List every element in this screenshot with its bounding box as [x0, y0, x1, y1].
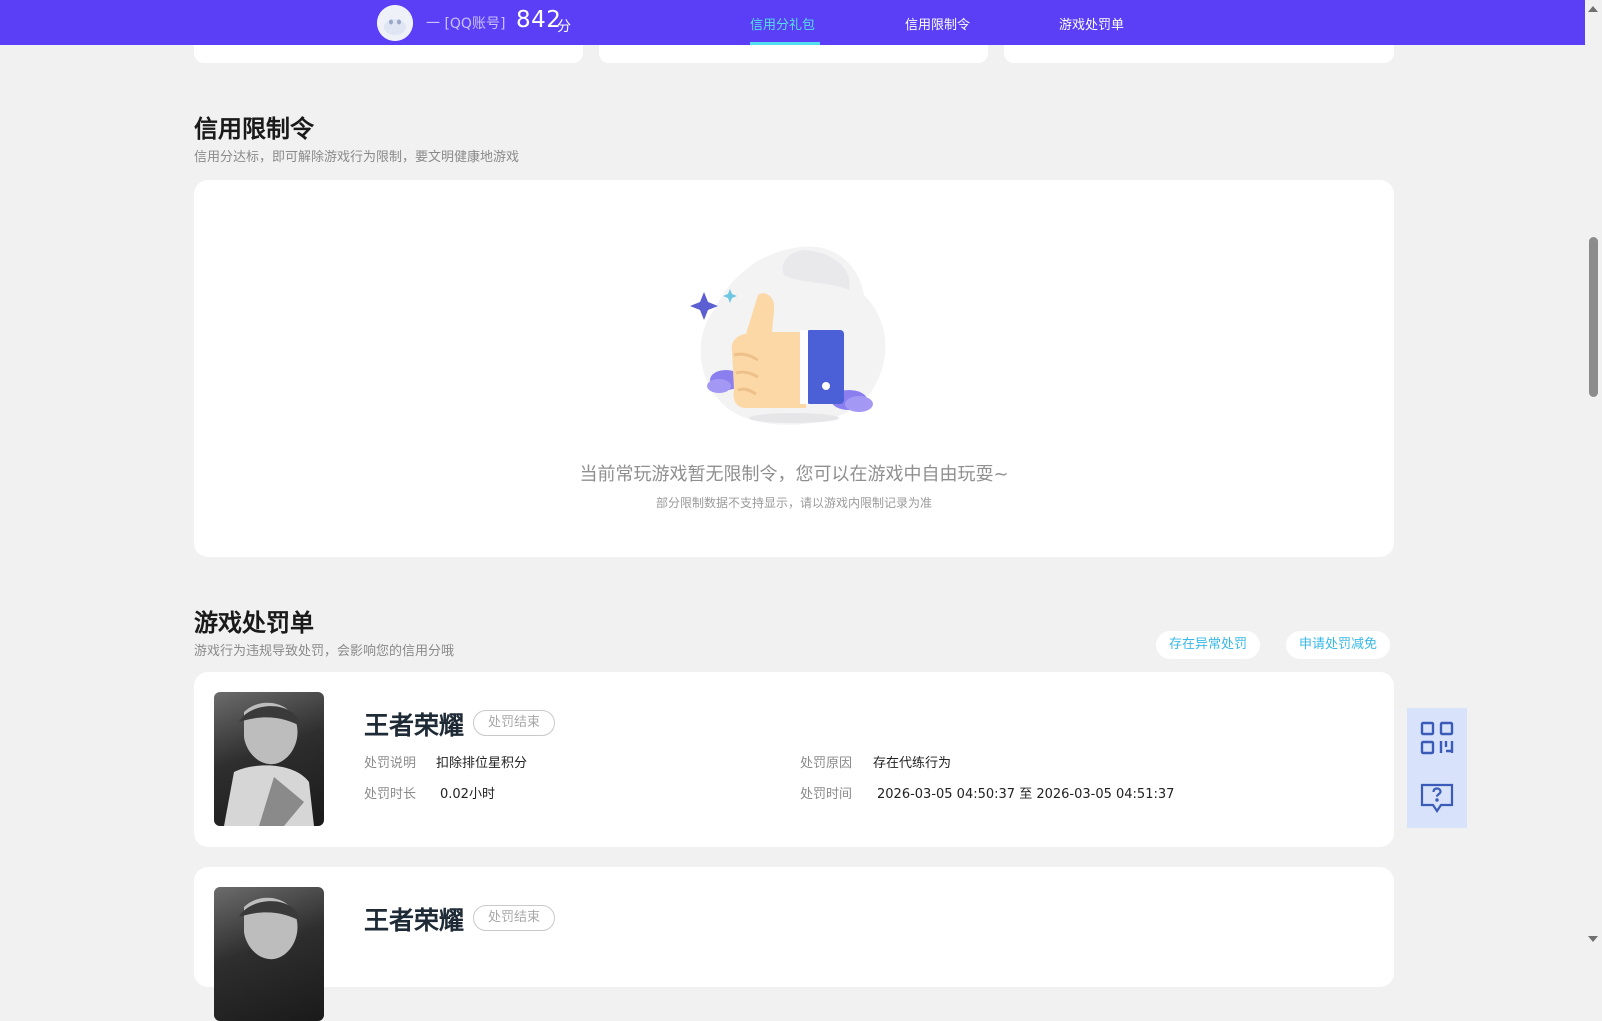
- game-thumbnail: [214, 692, 324, 826]
- penalty-card[interactable]: 王者荣耀 处罚结束: [194, 867, 1394, 1021]
- penalty-section-title: 游戏处罚单: [194, 609, 314, 637]
- status-badge: 处罚结束: [473, 905, 556, 931]
- empty-state-message: 当前常玩游戏暂无限制令，您可以在游戏中自由玩耍~: [579, 464, 1009, 485]
- avatar[interactable]: [377, 5, 413, 41]
- help-button[interactable]: [1407, 768, 1467, 828]
- restriction-section-subtitle: 信用分达标，即可解除游戏行为限制，要文明健康地游戏: [194, 150, 520, 165]
- tab-credit-gift[interactable]: 信用分礼包: [750, 14, 815, 33]
- tab-credit-restriction[interactable]: 信用限制令: [905, 14, 970, 33]
- thumbs-up-illustration: [690, 246, 886, 425]
- game-thumbnail: [214, 887, 324, 1021]
- abnormal-penalty-button[interactable]: 存在异常处罚: [1156, 631, 1261, 659]
- scroll-up-arrow-icon[interactable]: [1588, 6, 1598, 12]
- credit-score: 842: [516, 7, 562, 33]
- empty-state-note: 部分限制数据不支持显示，请以游戏内限制记录为准: [655, 496, 932, 510]
- restriction-section-title: 信用限制令: [194, 115, 314, 143]
- top-nav-bar: 一 [QQ账号] 842 分 信用分礼包 信用限制令 游戏处罚单: [0, 0, 1585, 45]
- penalty-duration-value: 0.02小时: [440, 787, 495, 802]
- help-chat-icon: [1420, 783, 1454, 813]
- account-label: 一 [QQ账号]: [426, 16, 506, 32]
- qr-code-button[interactable]: [1407, 708, 1467, 768]
- tab-game-penalty[interactable]: 游戏处罚单: [1059, 14, 1124, 33]
- status-badge: 处罚结束: [473, 710, 556, 736]
- penalty-reduction-button[interactable]: 申请处罚减免: [1286, 631, 1391, 659]
- penalty-reason-label: 处罚原因: [800, 756, 853, 771]
- penalty-section-subtitle: 游戏行为违规导致处罚，会影响您的信用分哦: [194, 644, 455, 659]
- penalty-desc-label: 处罚说明: [364, 756, 417, 771]
- qr-code-icon: [1420, 721, 1454, 755]
- penalty-time-value: 2026-03-05 04:50:37 至 2026-03-05 04:51:3…: [877, 787, 1175, 802]
- penalty-card[interactable]: 王者荣耀 处罚结束 处罚说明 扣除排位星积分 处罚原因 存在代练行为 处罚时长 …: [194, 672, 1394, 847]
- game-name: 王者荣耀: [364, 906, 465, 935]
- game-name: 王者荣耀: [364, 711, 465, 740]
- restriction-empty-card: 当前常玩游戏暂无限制令，您可以在游戏中自由玩耍~ 部分限制数据不支持显示，请以游…: [194, 180, 1394, 557]
- penalty-duration-label: 处罚时长: [364, 787, 417, 802]
- penalty-time-label: 处罚时间: [800, 787, 853, 802]
- penalty-desc-value: 扣除排位星积分: [436, 756, 528, 771]
- scroll-down-arrow-icon[interactable]: [1588, 936, 1598, 942]
- page-scrollbar[interactable]: [1585, 0, 1602, 948]
- scroll-thumb[interactable]: [1589, 237, 1598, 397]
- active-tab-indicator: [750, 42, 820, 45]
- credit-score-unit: 分: [557, 19, 571, 35]
- penalty-reason-value: 存在代练行为: [873, 756, 952, 771]
